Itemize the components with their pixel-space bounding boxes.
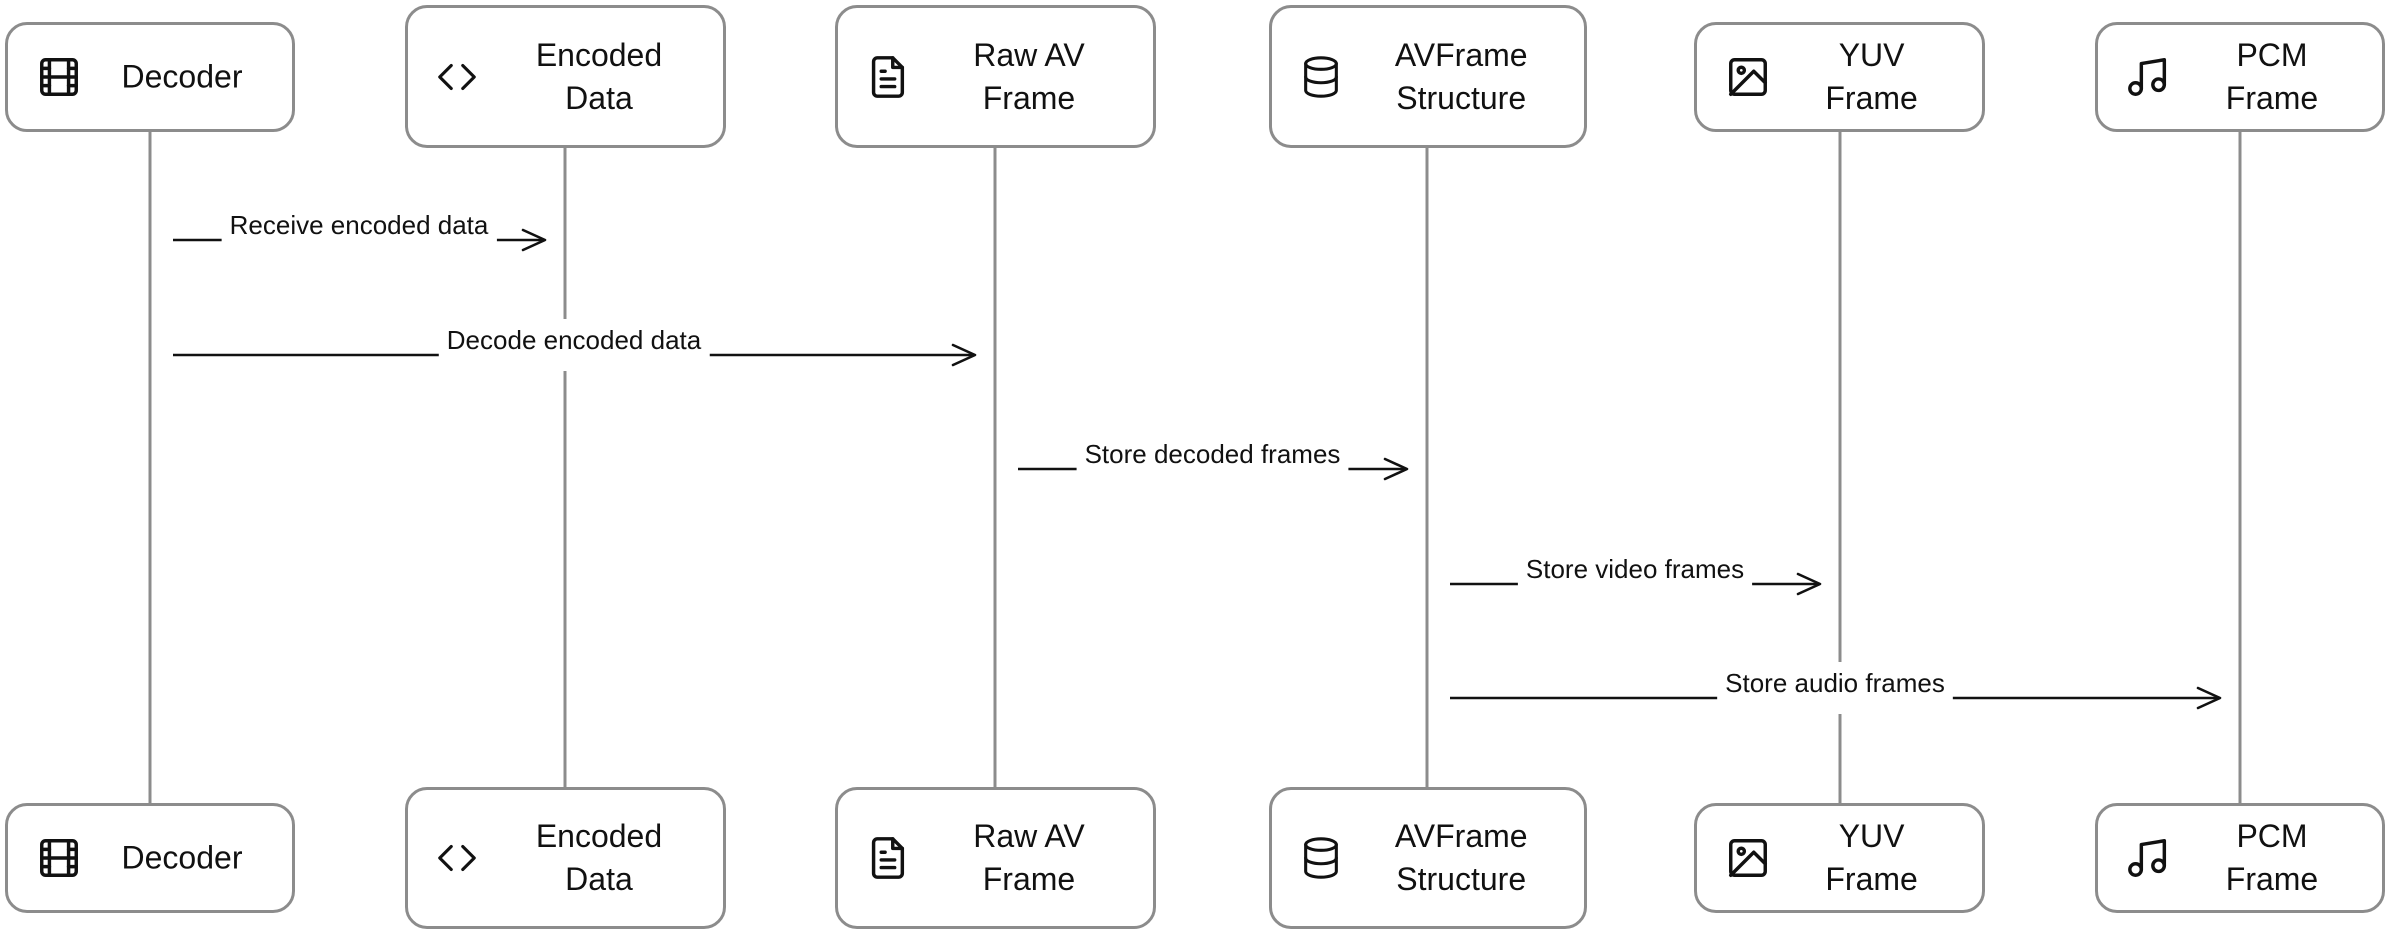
- participant-label: Raw AV Frame: [973, 818, 1085, 897]
- message-label: Receive encoded data: [230, 210, 489, 240]
- music-icon: [2126, 54, 2172, 100]
- participant-raw-av-frame-top[interactable]: Raw AV Frame: [835, 5, 1156, 148]
- music-icon: [2126, 835, 2172, 881]
- file-text-icon: [864, 54, 910, 100]
- participant-encoded-data-top[interactable]: Encoded Data: [405, 5, 726, 148]
- participant-encoded-data-bottom[interactable]: Encoded Data: [405, 787, 726, 929]
- database-icon: [1298, 54, 1344, 100]
- participant-label: Encoded Data: [535, 818, 663, 897]
- participant-label: YUV Frame: [1825, 818, 1918, 897]
- message-4: Store video frames: [1450, 548, 1822, 600]
- film-icon: [36, 835, 82, 881]
- sequence-diagram: Receive encoded data Decode encoded data S…: [148, 132, 2242, 803]
- file-text-icon: [864, 835, 910, 881]
- participant-label: PCM Frame: [2225, 37, 2319, 116]
- image-icon: [1725, 835, 1771, 881]
- participant-yuv-frame-bottom[interactable]: YUV Frame: [1694, 803, 1985, 913]
- participant-label: AVFrame Structure: [1394, 36, 1528, 116]
- message-1: Receive encoded data: [173, 204, 547, 256]
- participant-yuv-frame-top[interactable]: YUV Frame: [1694, 22, 1985, 132]
- participant-label: Encoded Data: [535, 36, 663, 116]
- film-icon: [36, 54, 82, 100]
- participant-decoder-bottom[interactable]: Decoder: [5, 803, 295, 913]
- database-icon: [1298, 835, 1344, 881]
- participant-raw-av-frame-bottom[interactable]: Raw AV Frame: [835, 787, 1156, 929]
- participant-decoder-top[interactable]: Decoder: [5, 22, 295, 132]
- participant-avframe-structure-bottom[interactable]: AVFrame Structure: [1269, 787, 1587, 929]
- participant-label: Raw AV Frame: [973, 36, 1085, 116]
- message-label: Decode encoded data: [447, 325, 702, 355]
- message-label: Store decoded frames: [1085, 439, 1341, 469]
- participant-label: YUV Frame: [1825, 37, 1918, 116]
- message-label: Store audio frames: [1725, 668, 1945, 698]
- message-2: Decode encoded data: [173, 319, 977, 371]
- code-icon: [434, 835, 480, 881]
- participant-label: Decoder: [121, 58, 243, 95]
- participant-label: Decoder: [121, 839, 243, 876]
- code-icon: [434, 54, 480, 100]
- message-3: Store decoded frames: [1018, 433, 1409, 485]
- participant-label: AVFrame Structure: [1394, 818, 1528, 897]
- participant-pcm-frame-top[interactable]: PCM Frame: [2095, 22, 2385, 132]
- participant-pcm-frame-bottom[interactable]: PCM Frame: [2095, 803, 2385, 913]
- participant-avframe-structure-top[interactable]: AVFrame Structure: [1269, 5, 1587, 148]
- message-5: Store audio frames: [1450, 662, 2222, 714]
- message-label: Store video frames: [1526, 554, 1744, 584]
- participant-label: PCM Frame: [2225, 818, 2319, 897]
- image-icon: [1725, 54, 1771, 100]
